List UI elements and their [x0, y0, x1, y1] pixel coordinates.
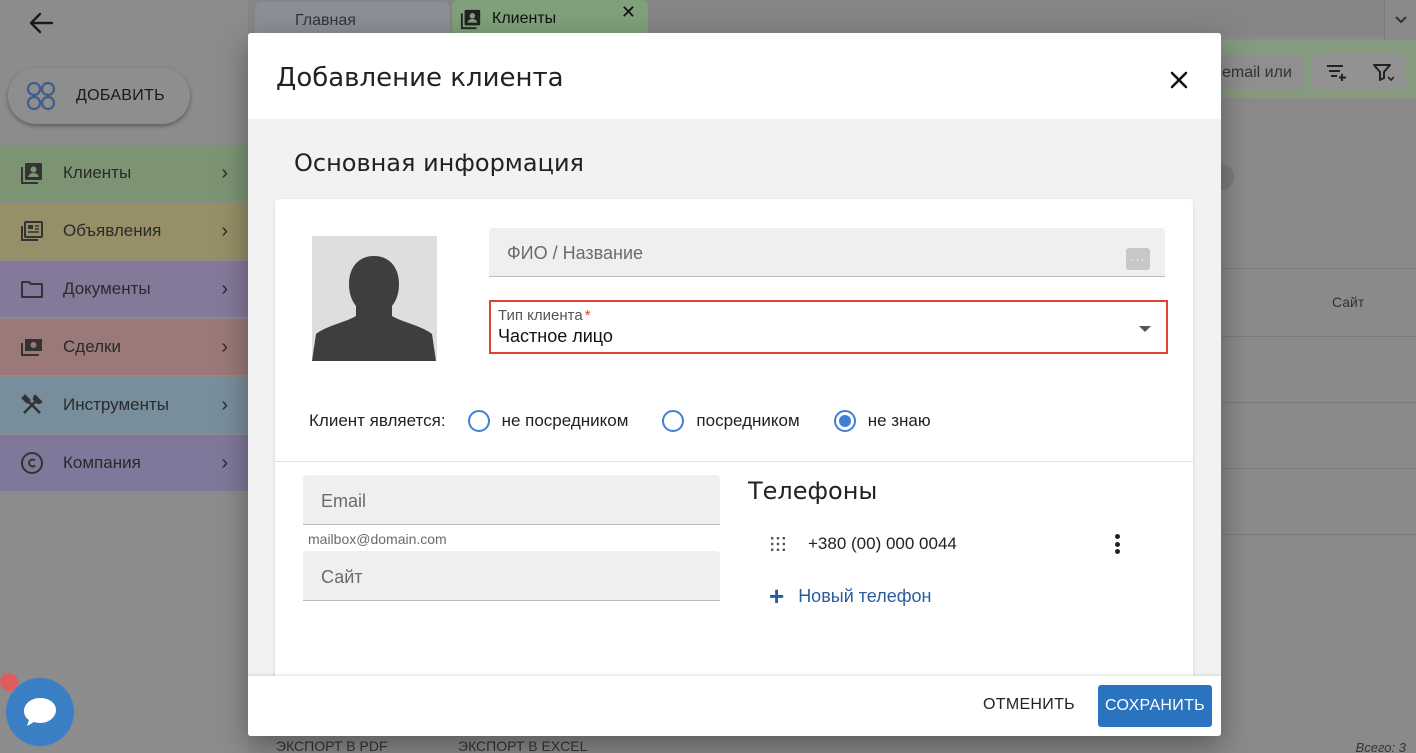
add-filter-icon[interactable] — [1312, 54, 1359, 90]
dialog-footer: ОТМЕНИТЬ СОХРАНИТЬ — [248, 676, 1221, 736]
save-button[interactable]: СОХРАНИТЬ — [1098, 685, 1212, 727]
section-title: Основная информация — [294, 149, 584, 177]
contacts-icon — [19, 160, 45, 186]
dialog-header: Добавление клиента — [248, 33, 1221, 119]
notification-badge — [0, 673, 18, 691]
chevron-right-icon: › — [221, 277, 228, 300]
add-button[interactable]: ДОБАВИТЬ — [8, 68, 190, 124]
radio-not-intermediary[interactable]: не посредником — [467, 410, 629, 432]
client-type-select[interactable]: Тип клиента * Частное лицо — [489, 300, 1168, 354]
radio-checked-icon — [833, 410, 856, 432]
chat-icon — [24, 698, 56, 726]
sidebar-item-listings[interactable]: Объявления › — [0, 203, 248, 259]
phone-number: +380 (00) 000 0044 — [808, 534, 957, 553]
email-hint: mailbox@domain.com — [308, 531, 447, 547]
search-input[interactable]: email или — [1218, 56, 1304, 90]
client-name-input[interactable]: ФИО / Название ··· — [489, 228, 1165, 277]
tools-icon — [19, 392, 45, 418]
radio-label: не посредником — [501, 411, 629, 430]
sidebar-item-label: Документы — [63, 279, 151, 298]
filter-buttons — [1312, 54, 1406, 90]
copyright-icon — [19, 450, 45, 476]
tab-label: Клиенты — [492, 10, 557, 27]
more-vert-icon[interactable] — [1114, 534, 1120, 554]
drag-handle-icon[interactable] — [770, 536, 786, 552]
sidebar-item-company[interactable]: Компания › — [0, 435, 248, 491]
avatar[interactable] — [312, 236, 437, 361]
main-info-card: ФИО / Название ··· Тип клиента * Частное … — [275, 199, 1193, 719]
table-divider — [1222, 336, 1416, 337]
plus-icon: + — [769, 581, 785, 611]
money-icon — [19, 334, 45, 360]
client-type-label: Тип клиента * — [498, 307, 591, 324]
intermediary-label: Клиент является: — [309, 411, 446, 430]
sidebar-item-label: Объявления — [63, 221, 162, 240]
sidebar-item-tools[interactable]: Инструменты › — [0, 377, 248, 433]
phone-row: +380 (00) 000 0044 — [770, 529, 1130, 559]
table-divider — [1222, 268, 1416, 269]
sidebar-item-label: Компания — [63, 453, 141, 472]
email-placeholder: Email — [321, 491, 367, 511]
phones-title: Телефоны — [748, 477, 878, 505]
chevron-right-icon: › — [221, 161, 228, 184]
close-icon[interactable] — [1164, 65, 1194, 95]
table-divider — [1222, 534, 1416, 535]
column-header-site: Сайт — [1332, 294, 1365, 310]
cancel-button[interactable]: ОТМЕНИТЬ — [983, 696, 1075, 714]
chevron-right-icon: › — [221, 219, 228, 242]
sidebar-item-documents[interactable]: Документы › — [0, 261, 248, 317]
add-phone-label: Новый телефон — [798, 585, 932, 606]
sidebar-item-label: Сделки — [63, 337, 121, 356]
site-field[interactable]: Сайт — [303, 551, 720, 601]
contacts-icon — [460, 9, 481, 30]
email-field[interactable]: Email — [303, 475, 720, 525]
folder-icon — [19, 276, 45, 302]
filter-icon[interactable] — [1359, 54, 1406, 90]
add-button-label: ДОБАВИТЬ — [76, 87, 165, 104]
client-type-value: Частное лицо — [498, 326, 613, 346]
add-logo-icon — [26, 81, 56, 111]
radio-label: посредником — [696, 411, 800, 430]
radio-label: не знаю — [867, 411, 931, 430]
chevron-down-icon[interactable] — [1384, 0, 1416, 40]
table-divider — [1222, 468, 1416, 469]
back-arrow-icon[interactable] — [26, 8, 56, 38]
search-partial-text: email или — [1222, 64, 1292, 81]
more-dots-icon[interactable]: ··· — [1126, 248, 1150, 270]
add-phone-button[interactable]: + Новый телефон — [769, 581, 932, 611]
add-client-dialog: Добавление клиента Основная информация Ф… — [248, 33, 1221, 736]
dropdown-caret-icon — [1139, 326, 1151, 332]
sidebar-item-label: Клиенты — [63, 163, 132, 182]
sidebar-item-deals[interactable]: Сделки › — [0, 319, 248, 375]
sidebar-item-label: Инструменты — [63, 395, 170, 414]
client-name-placeholder: ФИО / Название — [507, 243, 644, 263]
sidebar-item-clients[interactable]: Клиенты › — [0, 145, 248, 201]
radio-circle-icon — [662, 410, 685, 432]
dialog-title: Добавление клиента — [276, 63, 564, 93]
tab-label: Главная — [295, 12, 356, 29]
close-tab-icon[interactable]: ✕ — [621, 2, 636, 23]
total-count: Всего: 3 — [1355, 740, 1406, 753]
chat-button[interactable] — [6, 678, 74, 746]
intermediary-radio-group: Клиент является: не посредником посредни… — [309, 407, 965, 435]
radio-circle-icon — [467, 410, 490, 432]
chevron-right-icon: › — [221, 393, 228, 416]
chevron-right-icon: › — [221, 451, 228, 474]
export-pdf-button[interactable]: ЭКСПОРТ В PDF — [276, 738, 388, 753]
export-excel-button[interactable]: ЭКСПОРТ В EXCEL — [458, 738, 587, 753]
radio-unknown[interactable]: не знаю — [833, 410, 931, 432]
divider — [275, 461, 1193, 462]
table-divider — [1222, 402, 1416, 403]
chevron-right-icon: › — [221, 335, 228, 358]
radio-intermediary[interactable]: посредником — [662, 410, 800, 432]
site-placeholder: Сайт — [321, 567, 363, 587]
listing-icon — [19, 218, 45, 244]
